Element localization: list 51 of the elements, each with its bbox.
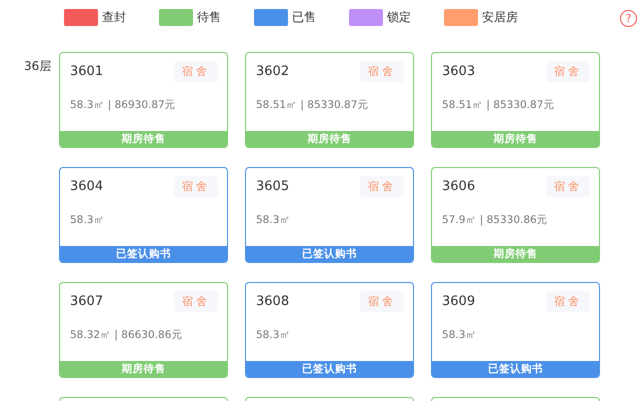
unit-tag: 宿舍 <box>546 176 590 197</box>
unit-card[interactable]: 3606 宿舍 57.9㎡ | 85330.86元 期房待售 <box>431 167 600 263</box>
unit-info: 58.3㎡ <box>441 328 478 343</box>
unit-number: 3601 <box>70 63 104 81</box>
unit-number: 3609 <box>442 293 476 311</box>
legend-label: 待售 <box>197 8 221 26</box>
unit-tag: 宿舍 <box>174 291 218 312</box>
unit-tag: 宿舍 <box>546 291 590 312</box>
unit-number: 3603 <box>442 63 476 81</box>
unit-number: 3604 <box>70 178 104 196</box>
unit-number: 3605 <box>256 178 290 196</box>
status-bar: 已签认购书 <box>432 361 599 377</box>
legend-label: 查封 <box>102 8 126 26</box>
status-bar: 期房待售 <box>60 361 227 377</box>
unit-tag: 宿舍 <box>360 291 404 312</box>
unit-tag: 宿舍 <box>174 61 218 82</box>
floor-label: 36层 <box>23 58 52 75</box>
unit-tag: 宿舍 <box>174 176 218 197</box>
unit-info: 58.3㎡ <box>255 213 292 228</box>
status-bar: 期房待售 <box>246 131 413 147</box>
status-bar: 期房待售 <box>432 131 599 147</box>
unit-number: 3608 <box>256 293 290 311</box>
unit-info: 58.32㎡ | 86630.86元 <box>69 328 184 343</box>
unit-card[interactable]: 3608 宿舍 58.3㎡ 已签认购书 <box>245 282 414 378</box>
unit-card[interactable]: 3607 宿舍 58.32㎡ | 86630.86元 期房待售 <box>59 282 228 378</box>
unit-card[interactable]: 3601 宿舍 58.3㎡ | 86930.87元 期房待售 <box>59 52 228 148</box>
unit-number: 3607 <box>70 293 104 311</box>
unit-info: 57.9㎡ | 85330.86元 <box>441 213 549 228</box>
unit-info: 58.51㎡ | 85330.87元 <box>441 98 556 113</box>
unit-tag: 宿舍 <box>546 61 590 82</box>
status-bar: 已签认购书 <box>246 361 413 377</box>
status-bar: 期房待售 <box>60 131 227 147</box>
legend-label: 安居房 <box>482 8 518 26</box>
unit-info: 58.3㎡ | 86930.87元 <box>69 98 177 113</box>
unit-info: 58.3㎡ <box>255 328 292 343</box>
unit-card[interactable]: 3604 宿舍 58.3㎡ 已签认购书 <box>59 167 228 263</box>
unit-card[interactable]: 3609 宿舍 58.3㎡ 已签认购书 <box>431 282 600 378</box>
unit-card[interactable]: 3605 宿舍 58.3㎡ 已签认购书 <box>245 167 414 263</box>
legend-label: 锁定 <box>387 8 411 26</box>
unit-info: 58.51㎡ | 85330.87元 <box>255 98 370 113</box>
unit-number: 3602 <box>256 63 290 81</box>
unit-card[interactable]: 3602 宿舍 58.51㎡ | 85330.87元 期房待售 <box>245 52 414 148</box>
unit-number: 3606 <box>442 178 476 196</box>
status-bar: 已签认购书 <box>246 246 413 262</box>
unit-tag: 宿舍 <box>360 61 404 82</box>
status-bar: 已签认购书 <box>60 246 227 262</box>
unit-info: 58.3㎡ <box>69 213 106 228</box>
unit-card[interactable]: 3603 宿舍 58.51㎡ | 85330.87元 期房待售 <box>431 52 600 148</box>
status-bar: 期房待售 <box>432 246 599 262</box>
unit-tag: 宿舍 <box>360 176 404 197</box>
legend-label: 已售 <box>292 8 316 26</box>
